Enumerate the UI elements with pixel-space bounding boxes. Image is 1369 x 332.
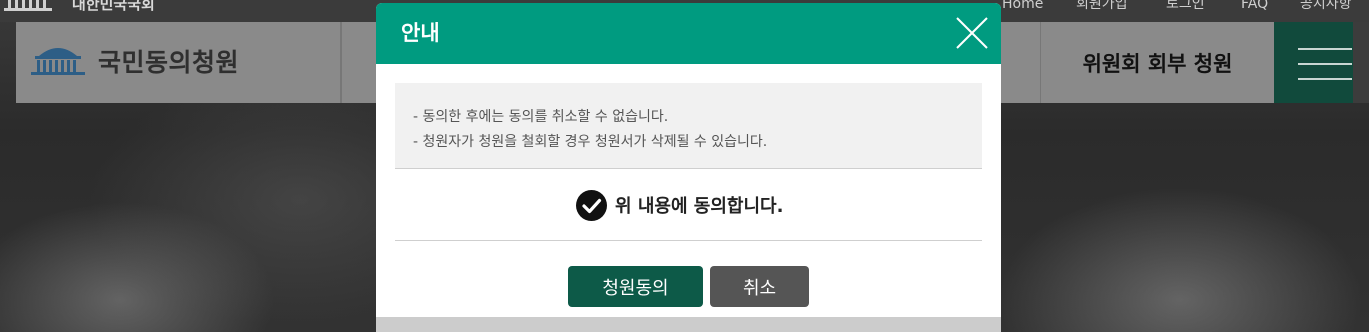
site-logo-text: 국민동의청원 xyxy=(98,48,240,77)
notice-link[interactable]: 공지사항 xyxy=(1300,0,1352,13)
signup-link[interactable]: 회원가입 xyxy=(1076,0,1128,13)
agree-checkbox[interactable]: 위 내용에 동의합니다. xyxy=(576,189,783,221)
modal-footer xyxy=(376,317,1001,332)
nav-committee-referred-petitions[interactable]: 위원회 회부 청원 xyxy=(1040,22,1274,103)
hamburger-icon xyxy=(1298,48,1352,50)
hamburger-menu-button[interactable] xyxy=(1274,22,1353,103)
modal-header: 안내 xyxy=(376,3,1001,64)
hamburger-icon-bar xyxy=(1298,63,1352,65)
cancel-button[interactable]: 취소 xyxy=(710,266,809,307)
notice-line-cancel: - 동의한 후에는 동의를 취소할 수 없습니다. xyxy=(413,109,669,125)
government-name[interactable]: 대한민국국회 xyxy=(72,0,155,13)
check-circle-icon[interactable] xyxy=(576,189,607,221)
divider xyxy=(395,240,982,241)
assembly-dome-icon xyxy=(31,48,85,75)
home-link[interactable]: Home xyxy=(1002,0,1043,13)
notice-box: - 동의한 후에는 동의를 취소할 수 없습니다. - 청원자가 청원을 철회할… xyxy=(395,83,982,168)
header-divider xyxy=(341,22,342,103)
close-icon[interactable] xyxy=(954,15,990,51)
petition-agree-button[interactable]: 청원동의 xyxy=(568,266,703,307)
site-logo[interactable]: 국민동의청원 xyxy=(16,22,341,103)
agree-label: 위 내용에 동의합니다. xyxy=(615,196,784,217)
agreement-modal: 안내 - 동의한 후에는 동의를 취소할 수 없습니다. - 청원자가 청원을 … xyxy=(376,3,1001,332)
modal-title: 안내 xyxy=(401,21,440,45)
national-assembly-logo-icon xyxy=(4,0,52,11)
notice-line-withdraw: - 청원자가 청원을 철회할 경우 청원서가 삭제될 수 있습니다. xyxy=(413,134,768,150)
divider xyxy=(395,168,982,169)
faq-link[interactable]: FAQ xyxy=(1241,0,1268,13)
login-link[interactable]: 로그인 xyxy=(1166,0,1205,13)
header-edge xyxy=(1353,22,1369,103)
hamburger-icon-bar xyxy=(1298,78,1352,80)
